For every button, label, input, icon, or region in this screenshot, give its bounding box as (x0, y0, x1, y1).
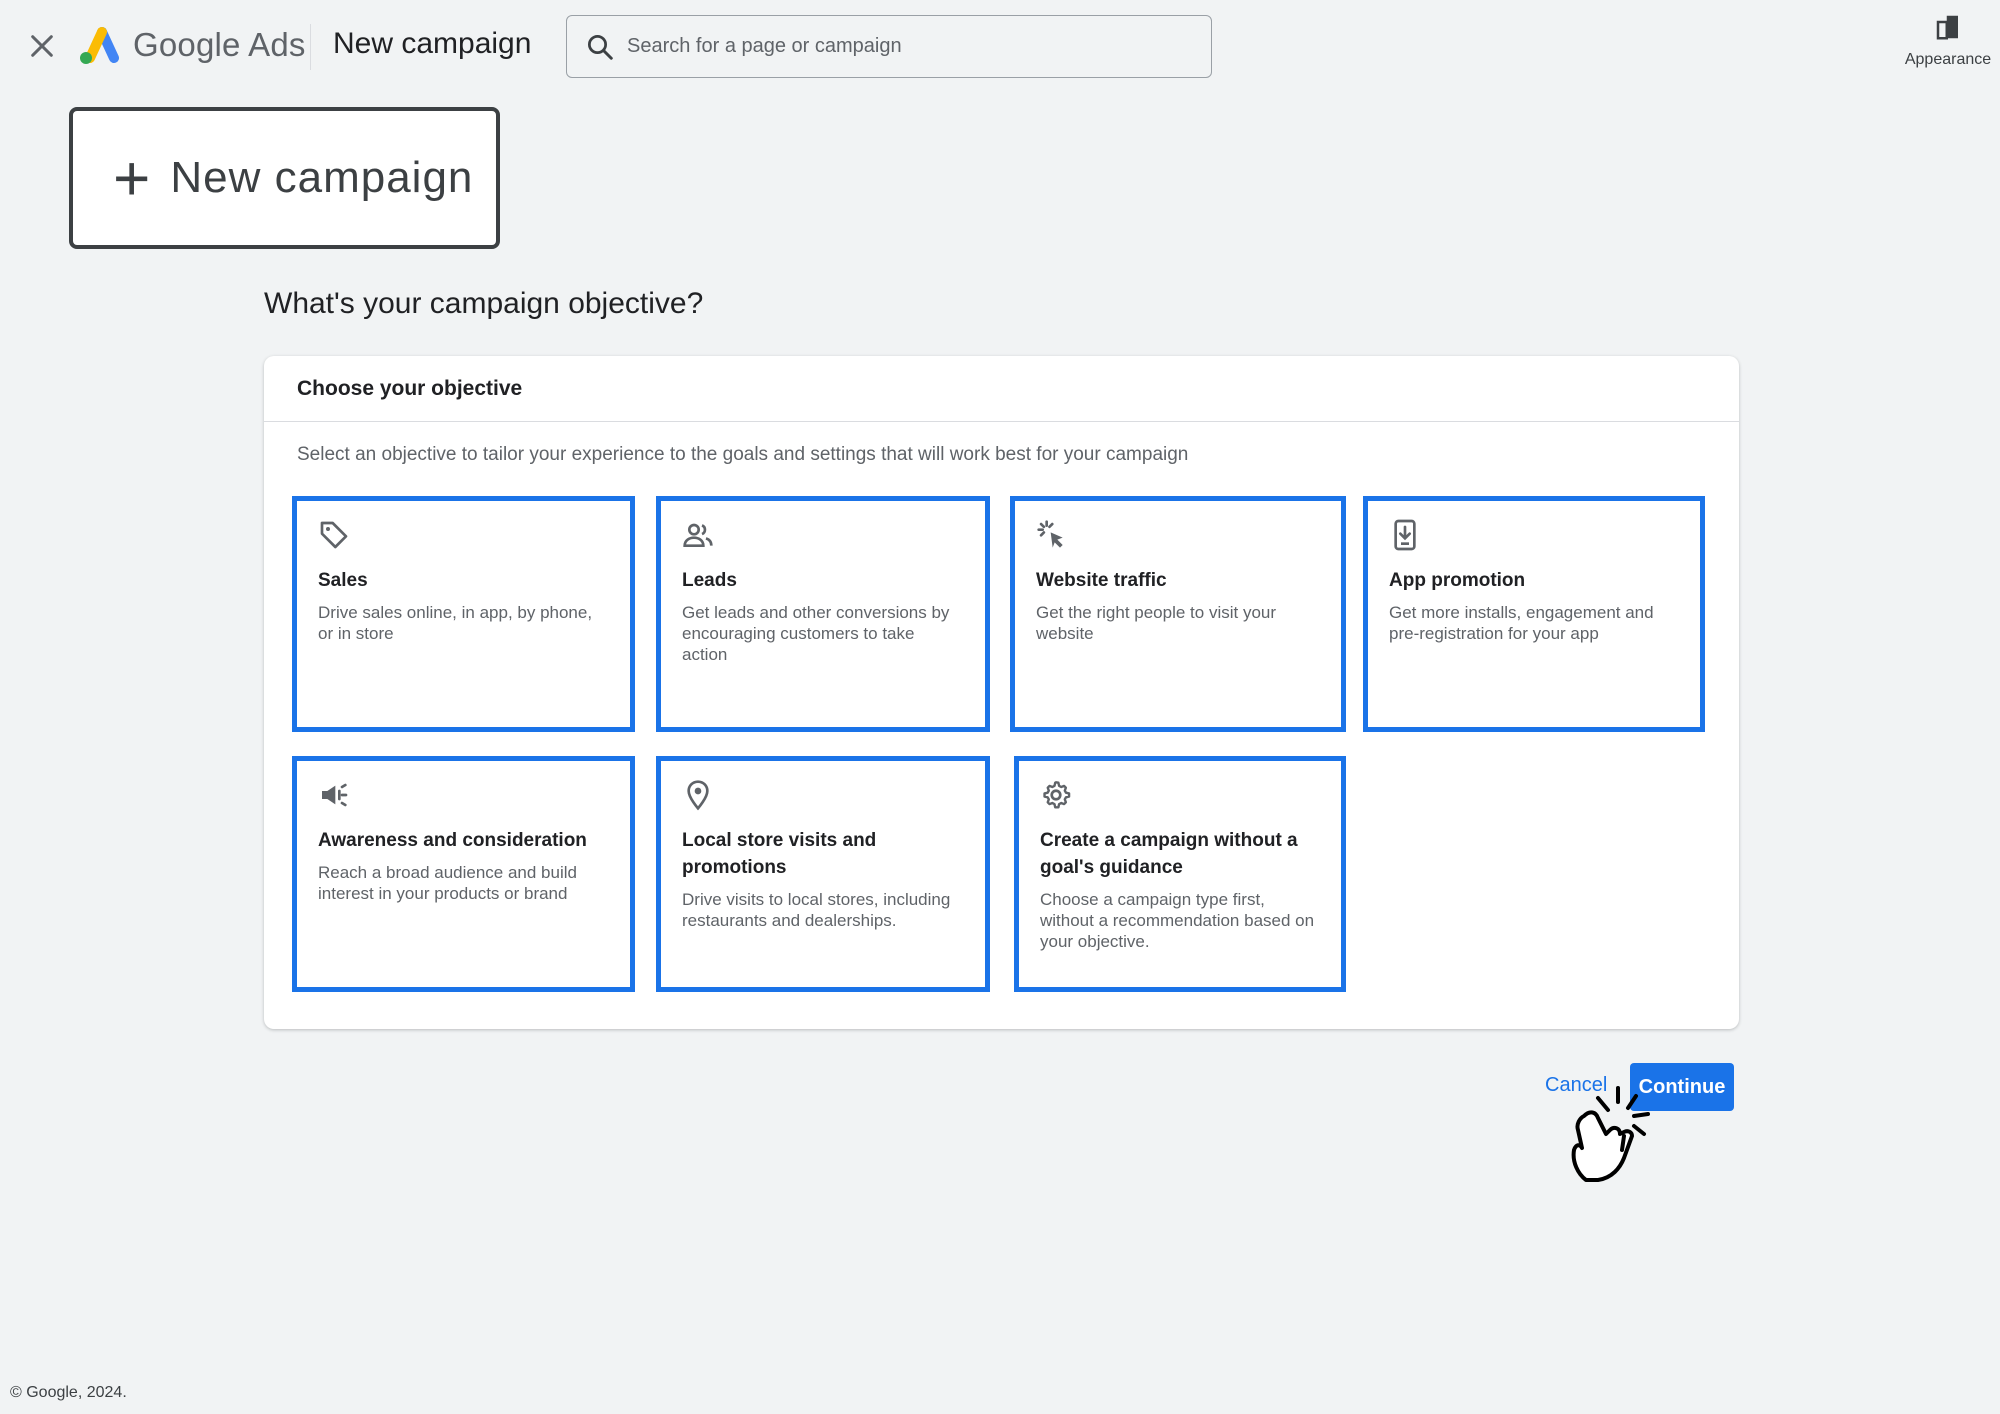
objective-card: Choose your objective Select an objectiv… (264, 356, 1739, 1029)
objective-title: Create a campaign without a goal's guida… (1040, 830, 1298, 878)
objective-title: Awareness and consideration (318, 830, 587, 851)
objective-awareness[interactable]: Awareness and consideration Reach a broa… (292, 756, 635, 992)
people-icon (683, 523, 713, 547)
objective-title: Sales (318, 570, 368, 591)
objective-app-promotion[interactable]: App promotion Get more installs, engagem… (1363, 496, 1705, 732)
gear-icon (1043, 781, 1071, 809)
google-ads-logo (80, 27, 119, 64)
objective-title: Website traffic (1036, 570, 1167, 591)
objective-local-store-visits[interactable]: Local store visits and promotions Drive … (656, 756, 990, 992)
brand-name: Google Ads (133, 26, 306, 63)
objective-no-guidance[interactable]: Create a campaign without a goal's guida… (1014, 756, 1346, 992)
objective-description: Drive visits to local stores, including … (682, 890, 951, 930)
objective-description: Choose a campaign type first, without a … (1040, 890, 1315, 951)
cursor-click-icon (1037, 520, 1063, 548)
continue-button[interactable]: Continue (1630, 1063, 1734, 1111)
tag-icon (320, 521, 348, 549)
copyright: © Google, 2024. (10, 1384, 127, 1401)
phone-download-icon (1394, 519, 1416, 551)
objective-leads[interactable]: Leads Get leads and other conversions by… (656, 496, 990, 732)
location-pin-icon (687, 780, 709, 811)
search-bar[interactable] (566, 15, 1212, 78)
objective-description: Get more installs, engagement and pre-re… (1389, 603, 1654, 643)
card-description: Select an objective to tailor your exper… (297, 444, 1189, 465)
objective-description: Reach a broad audience and build interes… (318, 863, 577, 903)
search-icon (588, 34, 613, 60)
objective-description: Get leads and other conversions by encou… (682, 603, 950, 664)
objective-title: Leads (682, 570, 737, 591)
header-divider (310, 24, 311, 70)
objective-title: App promotion (1389, 570, 1526, 591)
objective-website-traffic[interactable]: Website traffic Get the right people to … (1010, 496, 1346, 732)
new-campaign-button[interactable]: + New campaign (69, 107, 500, 249)
appearance-label: Appearance (1904, 51, 1992, 68)
plus-icon: + (113, 142, 151, 214)
megaphone-icon (322, 783, 348, 807)
appearance-button[interactable]: Appearance (1900, 12, 1996, 69)
objective-question: What's your campaign objective? (264, 287, 704, 320)
objective-sales[interactable]: Sales Drive sales online, in app, by pho… (292, 496, 635, 732)
cancel-button[interactable]: Cancel (1545, 1074, 1607, 1097)
appearance-icon (1936, 15, 1958, 40)
top-bar: Google Ads New campaign Appearance (0, 0, 2000, 94)
page-title: New campaign (333, 27, 532, 60)
card-title: Choose your objective (264, 356, 1739, 422)
objective-description: Drive sales online, in app, by phone, or… (318, 603, 593, 643)
search-input[interactable] (627, 35, 1187, 58)
close-icon[interactable] (26, 30, 58, 62)
objective-title: Local store visits and promotions (682, 830, 877, 878)
objective-description: Get the right people to visit your websi… (1036, 603, 1277, 643)
new-campaign-label: New campaign (170, 153, 474, 202)
